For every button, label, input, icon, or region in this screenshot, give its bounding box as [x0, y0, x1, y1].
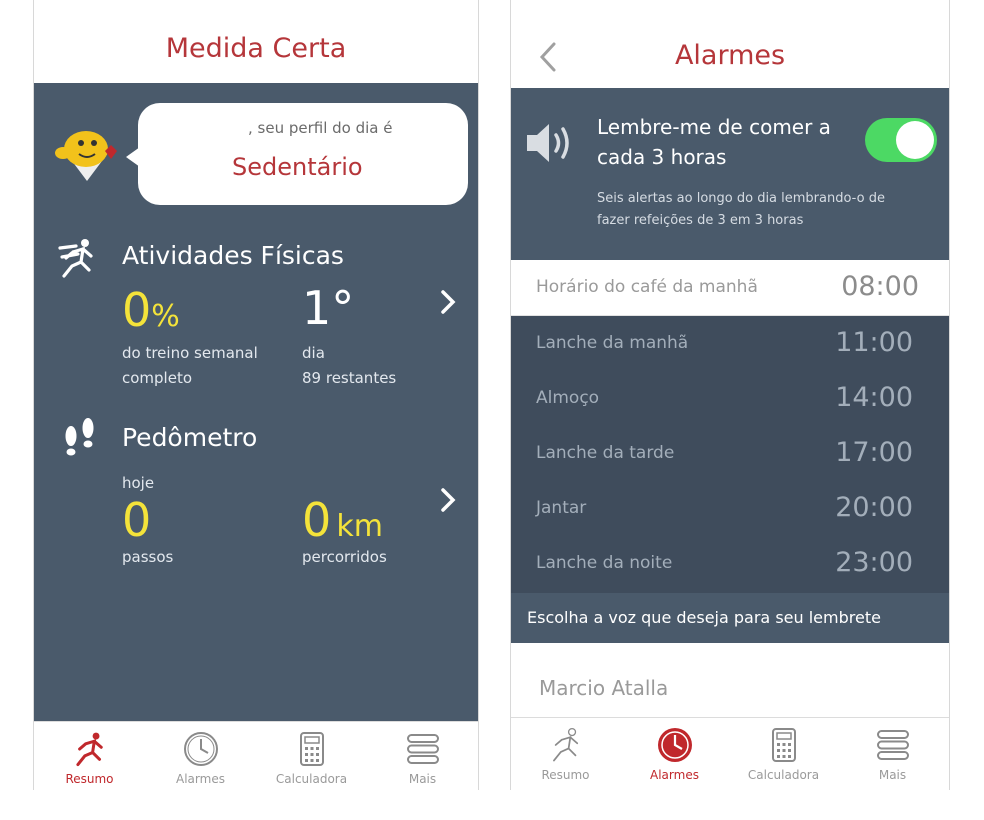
meal-time: 11:00	[835, 327, 913, 358]
speaker-icon	[523, 120, 577, 166]
tab-resumo[interactable]: Resumo	[34, 722, 145, 790]
pedometer-chevron-right-icon[interactable]	[436, 485, 460, 515]
meals-list: Lanche da manhã 11:00 Almoço 14:00 Lanch…	[511, 316, 949, 593]
list-item[interactable]: Almoço 14:00	[511, 371, 949, 426]
menu-icon	[874, 726, 912, 764]
page-title: Medida Certa	[165, 33, 347, 64]
tab-alarmes[interactable]: Alarmes	[620, 718, 729, 786]
activities-chevron-right-icon[interactable]	[436, 287, 460, 317]
toggle-knob	[896, 121, 934, 159]
tab-resumo[interactable]: Resumo	[511, 718, 620, 786]
voice-header-text: Escolha a voz que deseja para seu lembre…	[527, 608, 881, 627]
percent-unit: %	[151, 299, 180, 334]
steps-value: 0	[122, 493, 152, 547]
mascot-icon	[52, 123, 122, 185]
menu-icon	[404, 730, 442, 768]
meal-label: Almoço	[536, 388, 600, 408]
breakfast-row[interactable]: Horário do café da manhã 08:00	[511, 260, 949, 316]
meal-label: Lanche da tarde	[536, 443, 675, 463]
list-item[interactable]: Lanche da noite 23:00	[511, 536, 949, 591]
calculator-icon	[765, 726, 803, 764]
reminder-toggle[interactable]	[865, 118, 937, 162]
tab-calculadora[interactable]: Calculadora	[729, 718, 838, 786]
meal-time: 20:00	[835, 492, 913, 523]
tab-label: Resumo	[541, 768, 590, 782]
meal-label: Lanche da manhã	[536, 333, 689, 353]
reminder-desc-line2: fazer refeições de 3 em 3 horas	[597, 213, 804, 228]
reminder-desc-line1: Seis alertas ao longo do dia lembrando-o…	[597, 191, 885, 206]
tab-bar: Resumo Alarmes Calculadora Mais	[511, 717, 949, 790]
day-label: dia 89 restantes	[302, 341, 396, 391]
tab-alarmes[interactable]: Alarmes	[145, 722, 256, 790]
page-title: Alarmes	[674, 40, 786, 71]
tab-label: Resumo	[65, 772, 114, 786]
km-value: 0	[302, 493, 332, 547]
pedometer-title: Pedômetro	[122, 423, 258, 452]
summary-panel: , seu perfil do dia é Sedentário Ativida…	[34, 83, 478, 723]
percent-value: 0	[122, 283, 152, 337]
tab-label: Calculadora	[275, 772, 348, 786]
bubble-tail	[126, 147, 140, 167]
day-value: 1°	[302, 281, 355, 335]
km-label: percorridos	[302, 548, 387, 566]
meal-label: Lanche da noite	[536, 553, 673, 573]
profile-greeting: , seu perfil do dia é	[248, 119, 393, 137]
list-item[interactable]: Lanche da tarde 17:00	[511, 426, 949, 481]
clock-icon	[656, 726, 694, 764]
runner-icon	[71, 730, 109, 768]
list-item[interactable]: Jantar 20:00	[511, 481, 949, 536]
breakfast-time: 08:00	[841, 271, 919, 302]
tab-label: Mais	[878, 768, 907, 782]
voice-section-header: Escolha a voz que deseja para seu lembre…	[511, 593, 949, 643]
profile-bubble: , seu perfil do dia é Sedentário	[138, 103, 468, 205]
steps-label: passos	[122, 548, 174, 566]
voice-name: Marcio Atalla	[539, 676, 669, 700]
alarms-screen: Alarmes Lembre-me de comer a cada 3 hora…	[510, 0, 950, 790]
day-label-line1: dia	[302, 344, 325, 362]
profile-status: Sedentário	[232, 153, 363, 181]
tab-mais[interactable]: Mais	[838, 718, 947, 786]
runner-icon	[547, 726, 585, 764]
meal-time: 23:00	[835, 547, 913, 578]
meal-time: 14:00	[835, 382, 913, 413]
tab-label: Calculadora	[747, 768, 820, 782]
tab-calculadora[interactable]: Calculadora	[256, 722, 367, 790]
tab-label: Alarmes	[650, 768, 699, 782]
clock-icon	[182, 730, 220, 768]
tab-label: Alarmes	[176, 772, 225, 786]
calculator-icon	[293, 730, 331, 768]
summary-screen: Medida Certa , seu perfil do dia é Seden…	[33, 0, 479, 790]
activities-percent: 0%	[122, 283, 180, 337]
percent-label-line2: completo	[122, 369, 193, 387]
reminder-panel: Lembre-me de comer a cada 3 horas Seis a…	[511, 88, 949, 260]
percent-label-line1: do treino semanal	[122, 344, 258, 362]
reminder-title-line1: Lembre-me de comer a	[597, 115, 831, 139]
km-unit: km	[336, 509, 383, 544]
meal-label: Jantar	[536, 498, 587, 518]
runner-icon	[56, 238, 100, 278]
voice-option[interactable]: Marcio Atalla	[511, 660, 949, 715]
list-item[interactable]: Lanche da manhã 11:00	[511, 316, 949, 371]
distance-value: 0 km	[302, 493, 383, 547]
breakfast-label: Horário do café da manhã	[536, 277, 758, 297]
reminder-title: Lembre-me de comer a cada 3 horas	[597, 112, 831, 172]
footprints-icon	[62, 416, 98, 456]
meal-time: 17:00	[835, 437, 913, 468]
tab-bar: Resumo Alarmes Calculadora Mais	[34, 721, 478, 790]
reminder-description: Seis alertas ao longo do dia lembrando-o…	[597, 188, 885, 232]
reminder-title-line2: cada 3 horas	[597, 145, 727, 169]
activities-title: Atividades Físicas	[122, 241, 344, 270]
day-label-line2: 89 restantes	[302, 369, 397, 387]
tab-label: Mais	[408, 772, 437, 786]
tab-mais[interactable]: Mais	[367, 722, 478, 790]
percent-label: do treino semanal completo	[122, 341, 258, 391]
